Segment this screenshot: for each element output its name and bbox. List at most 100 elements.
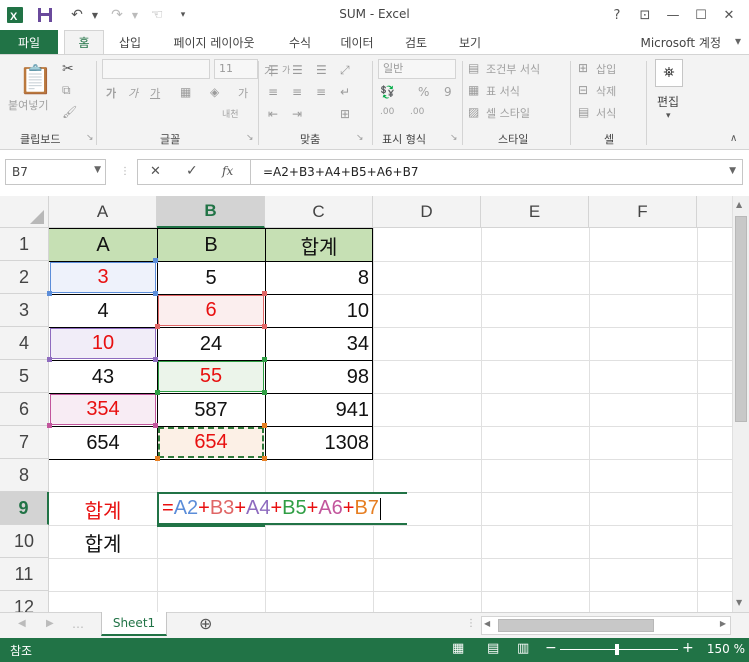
- column-header-c[interactable]: C: [265, 196, 373, 228]
- page-break-view-icon[interactable]: ▥: [517, 641, 529, 656]
- tab-formulas[interactable]: 수식: [280, 30, 320, 54]
- copy-icon[interactable]: ⧉: [62, 83, 71, 98]
- tab-split-icon[interactable]: ⋮: [466, 618, 476, 629]
- column-header-b[interactable]: B: [157, 196, 265, 228]
- cell-b5[interactable]: 55: [158, 361, 264, 392]
- hscroll-thumb[interactable]: [498, 619, 654, 632]
- increase-indent-icon[interactable]: ⇥: [292, 107, 302, 121]
- align-top-icon[interactable]: ☰: [268, 63, 279, 77]
- row-header-5[interactable]: 5: [0, 360, 49, 393]
- insert-cells-icon[interactable]: ⊞: [578, 61, 588, 75]
- font-name-combo[interactable]: [102, 59, 210, 79]
- select-all-corner[interactable]: [0, 196, 49, 228]
- align-left-icon[interactable]: ≡: [268, 85, 278, 99]
- save-icon[interactable]: [34, 4, 56, 26]
- borders-icon[interactable]: ▦: [180, 85, 191, 99]
- zoom-level[interactable]: 150 %: [695, 642, 745, 656]
- scroll-right-icon[interactable]: ▶: [720, 619, 726, 628]
- row-header-3[interactable]: 3: [0, 294, 49, 327]
- conditional-format-button[interactable]: 조건부 서식: [486, 61, 540, 77]
- column-header-d[interactable]: D: [373, 196, 481, 228]
- zoom-slider[interactable]: [560, 649, 678, 650]
- font-color-button[interactable]: 가: [238, 85, 248, 101]
- tab-home[interactable]: 홈: [64, 30, 104, 54]
- number-format-combo[interactable]: 일반: [378, 59, 456, 79]
- comma-button[interactable]: 9: [444, 85, 452, 99]
- customize-qat-icon[interactable]: ▾: [172, 4, 194, 26]
- scroll-up-icon[interactable]: ▲: [736, 200, 742, 209]
- prev-sheet-icon[interactable]: ◀: [18, 618, 26, 629]
- italic-button[interactable]: 가: [128, 85, 138, 101]
- row-header-11[interactable]: 11: [0, 558, 49, 591]
- tab-review[interactable]: 검토: [396, 30, 436, 54]
- wrap-text-icon[interactable]: ↵: [340, 85, 350, 99]
- editing-dropdown-icon[interactable]: ▾: [666, 111, 671, 121]
- column-header-g[interactable]: [697, 196, 737, 228]
- cell-a1[interactable]: A: [49, 229, 157, 261]
- delete-cells-button[interactable]: 삭제: [596, 83, 616, 99]
- cell-c4[interactable]: 34: [265, 328, 373, 360]
- name-box[interactable]: B7 ▼: [5, 159, 106, 185]
- orientation-icon[interactable]: ⤢: [340, 63, 350, 78]
- tab-file[interactable]: 파일: [0, 30, 58, 54]
- column-header-a[interactable]: A: [49, 196, 157, 228]
- table-format-icon[interactable]: ▦: [468, 83, 479, 97]
- tab-insert[interactable]: 삽입: [110, 30, 150, 54]
- decrease-indent-icon[interactable]: ⇤: [268, 107, 278, 121]
- paste-label[interactable]: 붙여넣기: [8, 97, 48, 113]
- cell-b1[interactable]: B: [157, 229, 265, 261]
- formula-input[interactable]: =A2+B3+A4+B5+A6+B7 ▼: [250, 159, 743, 185]
- cell-a6[interactable]: 354: [50, 394, 156, 425]
- cell-a7[interactable]: 654: [49, 427, 157, 459]
- accounting-format-icon[interactable]: 💱: [380, 85, 395, 99]
- row-header-8[interactable]: 8: [0, 459, 49, 492]
- add-sheet-button[interactable]: ⊕: [199, 614, 212, 633]
- account-name[interactable]: Microsoft 계정: [640, 34, 721, 51]
- redo-dropdown-icon[interactable]: ▼: [124, 4, 146, 26]
- cell-c2[interactable]: 8: [265, 262, 373, 294]
- row-header-2[interactable]: 2: [0, 261, 49, 294]
- ribbon-display-button[interactable]: ⊡: [631, 3, 659, 27]
- align-right-icon[interactable]: ≡: [316, 85, 326, 99]
- formula-bar-grip-icon[interactable]: ⋮: [120, 166, 130, 177]
- more-sheets-icon[interactable]: …: [72, 617, 84, 631]
- align-middle-icon[interactable]: ☰: [292, 63, 303, 77]
- align-center-icon[interactable]: ≡: [292, 85, 302, 99]
- format-painter-icon[interactable]: 🖌: [62, 105, 77, 119]
- cell-c3[interactable]: 10: [265, 295, 373, 327]
- tab-view[interactable]: 보기: [450, 30, 490, 54]
- font-size-combo[interactable]: 11: [214, 59, 258, 79]
- row-header-4[interactable]: 4: [0, 327, 49, 360]
- tab-data[interactable]: 데이터: [332, 30, 382, 54]
- row-header-6[interactable]: 6: [0, 393, 49, 426]
- alignment-launcher-icon[interactable]: ↘: [356, 133, 364, 143]
- maximize-button[interactable]: ☐: [687, 3, 715, 27]
- horizontal-scrollbar[interactable]: ◀ ▶: [481, 616, 731, 635]
- help-button[interactable]: ?: [603, 3, 631, 27]
- phonetic-button[interactable]: 내천: [222, 107, 239, 120]
- scroll-thumb[interactable]: [735, 216, 747, 422]
- sheet-tab-sheet1[interactable]: Sheet1: [101, 612, 167, 636]
- cell-style-button[interactable]: 셀 스타일: [486, 105, 530, 121]
- insert-cells-button[interactable]: 삽입: [596, 61, 616, 77]
- worksheet-grid[interactable]: A B C D E F 1 2 3 4 5 6 7 8 9 10 11 12 A…: [0, 196, 749, 612]
- conditional-format-icon[interactable]: ▤: [468, 61, 479, 75]
- normal-view-icon[interactable]: ▦: [452, 641, 464, 656]
- format-cells-button[interactable]: 서식: [596, 105, 616, 121]
- increase-decimal-button[interactable]: .00: [380, 107, 394, 117]
- table-format-button[interactable]: 표 서식: [486, 83, 520, 99]
- paste-icon[interactable]: 📋: [18, 63, 53, 96]
- font-launcher-icon[interactable]: ↘: [246, 133, 254, 143]
- insert-function-icon[interactable]: fx: [222, 164, 233, 178]
- cell-a5[interactable]: 43: [49, 361, 157, 393]
- zoom-slider-handle[interactable]: [615, 644, 619, 655]
- row-header-9[interactable]: 9: [0, 492, 49, 525]
- cell-b6[interactable]: 587: [157, 394, 265, 426]
- percent-button[interactable]: %: [418, 85, 429, 99]
- cell-style-icon[interactable]: ▨: [468, 105, 479, 119]
- cell-a4[interactable]: 10: [50, 328, 156, 359]
- page-layout-view-icon[interactable]: ▤: [487, 641, 499, 656]
- tab-page-layout[interactable]: 페이지 레이아웃: [164, 30, 264, 54]
- decrease-decimal-button[interactable]: .00: [410, 107, 424, 117]
- cancel-icon[interactable]: ✕: [150, 164, 161, 179]
